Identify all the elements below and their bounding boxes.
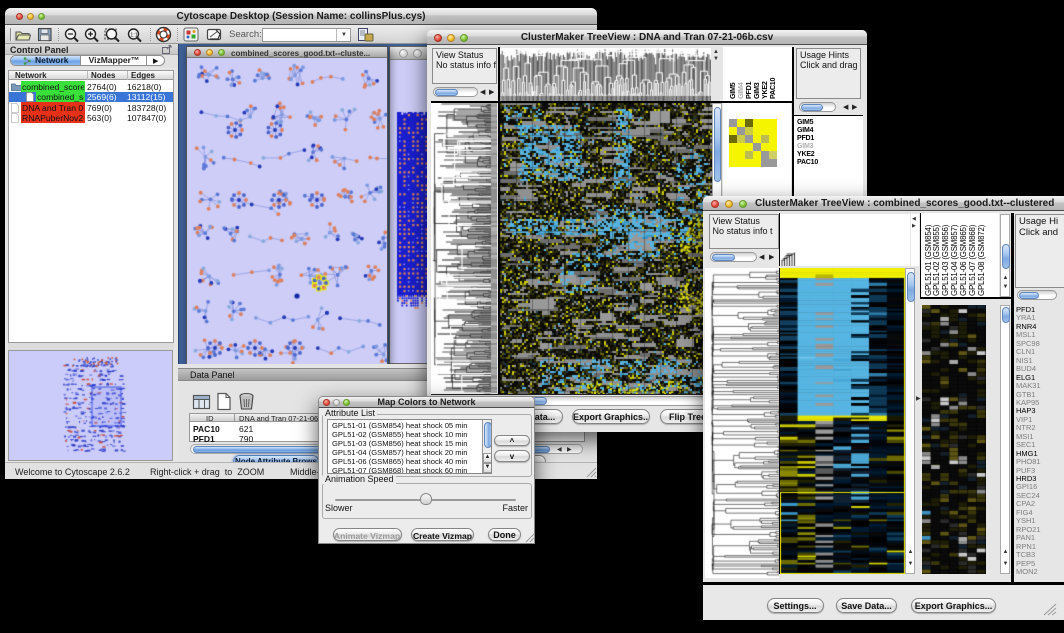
svg-text:1:1: 1:1 bbox=[130, 33, 138, 39]
